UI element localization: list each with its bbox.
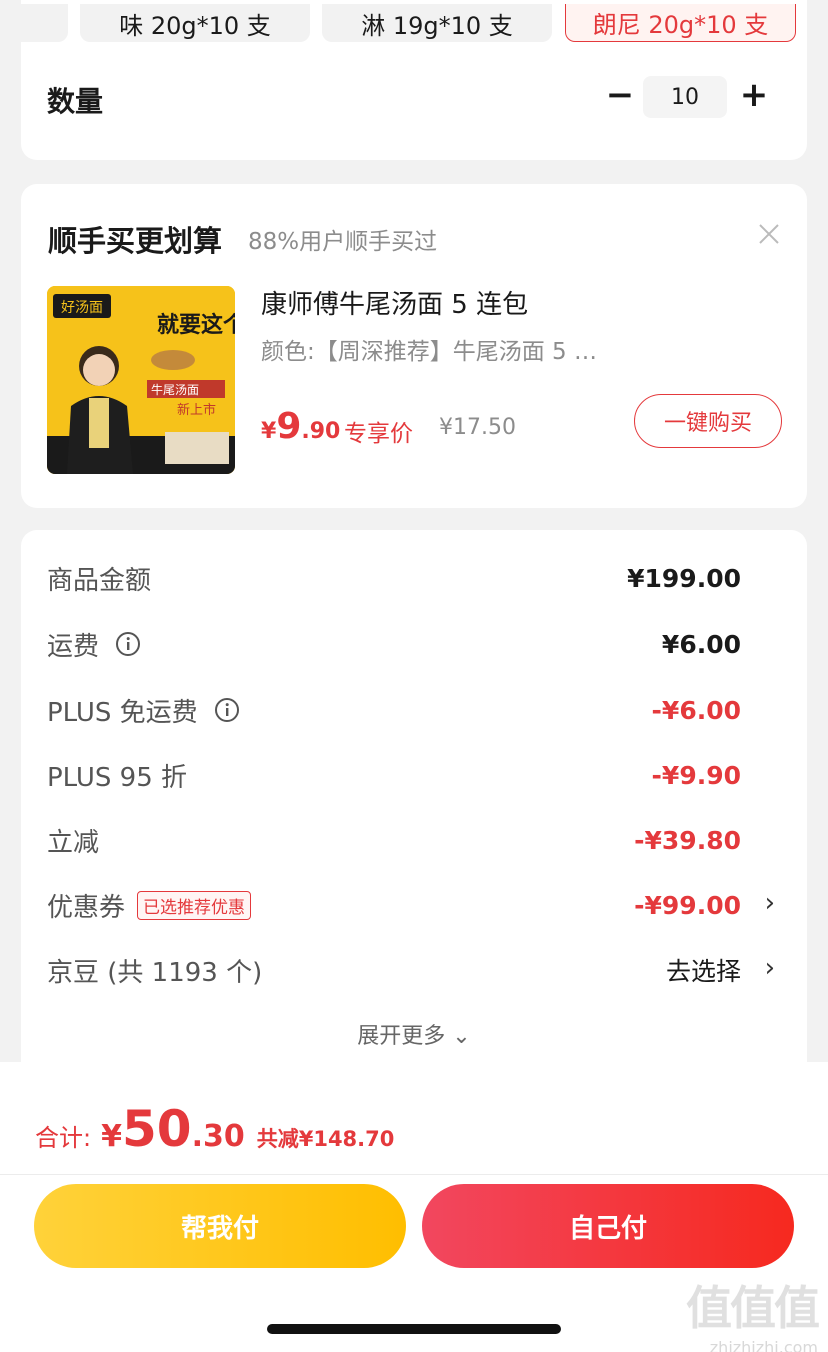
summary-row-shipping: 运费 ¥6.00: [47, 624, 741, 664]
price-currency: ¥: [261, 419, 277, 444]
chevron-right-icon[interactable]: ›: [765, 953, 775, 983]
summary-row-jingdou[interactable]: 京豆 (共 1193 个) 去选择: [47, 950, 741, 990]
svg-text:好汤面: 好汤面: [61, 300, 103, 316]
info-icon[interactable]: [214, 697, 240, 723]
quantity-input[interactable]: 10: [643, 76, 727, 118]
summary-row-plus-discount: PLUS 95 折 -¥9.90: [47, 755, 741, 795]
summary-label: PLUS 免运费: [47, 692, 240, 729]
summary-value: -¥99.00: [634, 890, 741, 920]
addon-title: 顺手买更划算: [48, 224, 223, 258]
total-integer: 50: [121, 1100, 192, 1158]
summary-value: -¥9.90: [651, 760, 741, 790]
summary-value: ¥6.00: [661, 629, 741, 659]
info-icon[interactable]: [115, 631, 141, 657]
quantity-decrease-button[interactable]: −: [603, 78, 637, 114]
price-integer: 9: [276, 406, 302, 447]
summary-value: -¥39.80: [634, 825, 741, 855]
addon-product-price: ¥ 9 .90: [261, 406, 340, 447]
help-me-pay-button[interactable]: 帮我付: [34, 1184, 406, 1268]
expand-more-button[interactable]: 展开更多 ⌄: [21, 1018, 807, 1050]
exclusive-price-tag: 专享价: [344, 421, 413, 447]
price-summary-card: 商品金额 ¥199.00 运费 ¥6.00 PLUS 免运费 -¥6.00 PL…: [21, 530, 807, 1090]
summary-value: 去选择: [665, 957, 741, 986]
summary-value: -¥6.00: [651, 695, 741, 725]
total-label: 合计:: [35, 1124, 92, 1152]
one-click-buy-button[interactable]: 一键购买: [634, 394, 782, 448]
original-price: ¥17.50: [439, 415, 516, 440]
summary-row-coupon[interactable]: 优惠券 已选推荐优惠 -¥99.00: [47, 885, 741, 925]
summary-row-instant-discount: 立减 -¥39.80: [47, 820, 741, 860]
summary-row-plus-free-shipping: PLUS 免运费 -¥6.00: [47, 690, 741, 730]
addon-product-variant: 颜色:【周深推荐】牛尾汤面 5 …: [261, 339, 598, 365]
chevron-right-icon[interactable]: ›: [765, 888, 775, 918]
close-icon[interactable]: [757, 222, 781, 246]
product-thumbnail[interactable]: 好汤面 就要这个汤 牛尾汤面 新上市: [47, 286, 235, 474]
total-saved: 共减¥148.70: [256, 1127, 395, 1151]
summary-label: PLUS 95 折: [47, 762, 188, 793]
quantity-row: 数量 − 10 +: [21, 0, 807, 160]
quantity-label: 数量: [47, 85, 104, 118]
summary-label: 商品金额: [47, 565, 152, 596]
divider: [0, 1174, 828, 1175]
svg-text:牛尾汤面: 牛尾汤面: [151, 382, 199, 397]
watermark-logo: 值值值: [686, 1281, 820, 1335]
home-indicator[interactable]: [267, 1324, 561, 1334]
checkout-bar: 合计: ¥ 50 .30 共减¥148.70 帮我付 自己付 值值值 zhizh…: [0, 1062, 828, 1352]
svg-text:就要这个汤: 就要这个汤: [157, 312, 235, 338]
coupon-recommended-badge: 已选推荐优惠: [137, 890, 252, 920]
summary-label: 京豆 (共 1193 个): [47, 957, 263, 988]
summary-row-goods: 商品金额 ¥199.00: [47, 558, 741, 598]
addon-subtitle: 88%用户顺手买过: [248, 229, 438, 255]
summary-label: 优惠券 已选推荐优惠: [47, 887, 252, 924]
order-total: 合计: ¥ 50 .30 共减¥148.70: [35, 1100, 394, 1158]
pay-myself-button[interactable]: 自己付: [422, 1184, 794, 1268]
summary-label: 运费: [47, 626, 141, 663]
total-decimal: .30: [191, 1119, 245, 1154]
summary-label: 立减: [47, 827, 100, 858]
addon-product-name[interactable]: 康师傅牛尾汤面 5 连包: [261, 284, 528, 321]
total-currency: ¥: [101, 1119, 122, 1154]
price-decimal: .90: [301, 419, 341, 444]
svg-text:新上市: 新上市: [177, 402, 216, 418]
watermark: 值值值 zhizhizhi.com: [686, 1272, 820, 1352]
summary-value: ¥199.00: [627, 563, 741, 593]
watermark-site: zhizhizhi.com: [709, 1338, 818, 1352]
quantity-increase-button[interactable]: +: [737, 78, 771, 114]
addon-card: 顺手买更划算 88%用户顺手买过 好汤面 就要这个汤 牛尾汤面 新上市 康师傅牛…: [21, 184, 807, 508]
